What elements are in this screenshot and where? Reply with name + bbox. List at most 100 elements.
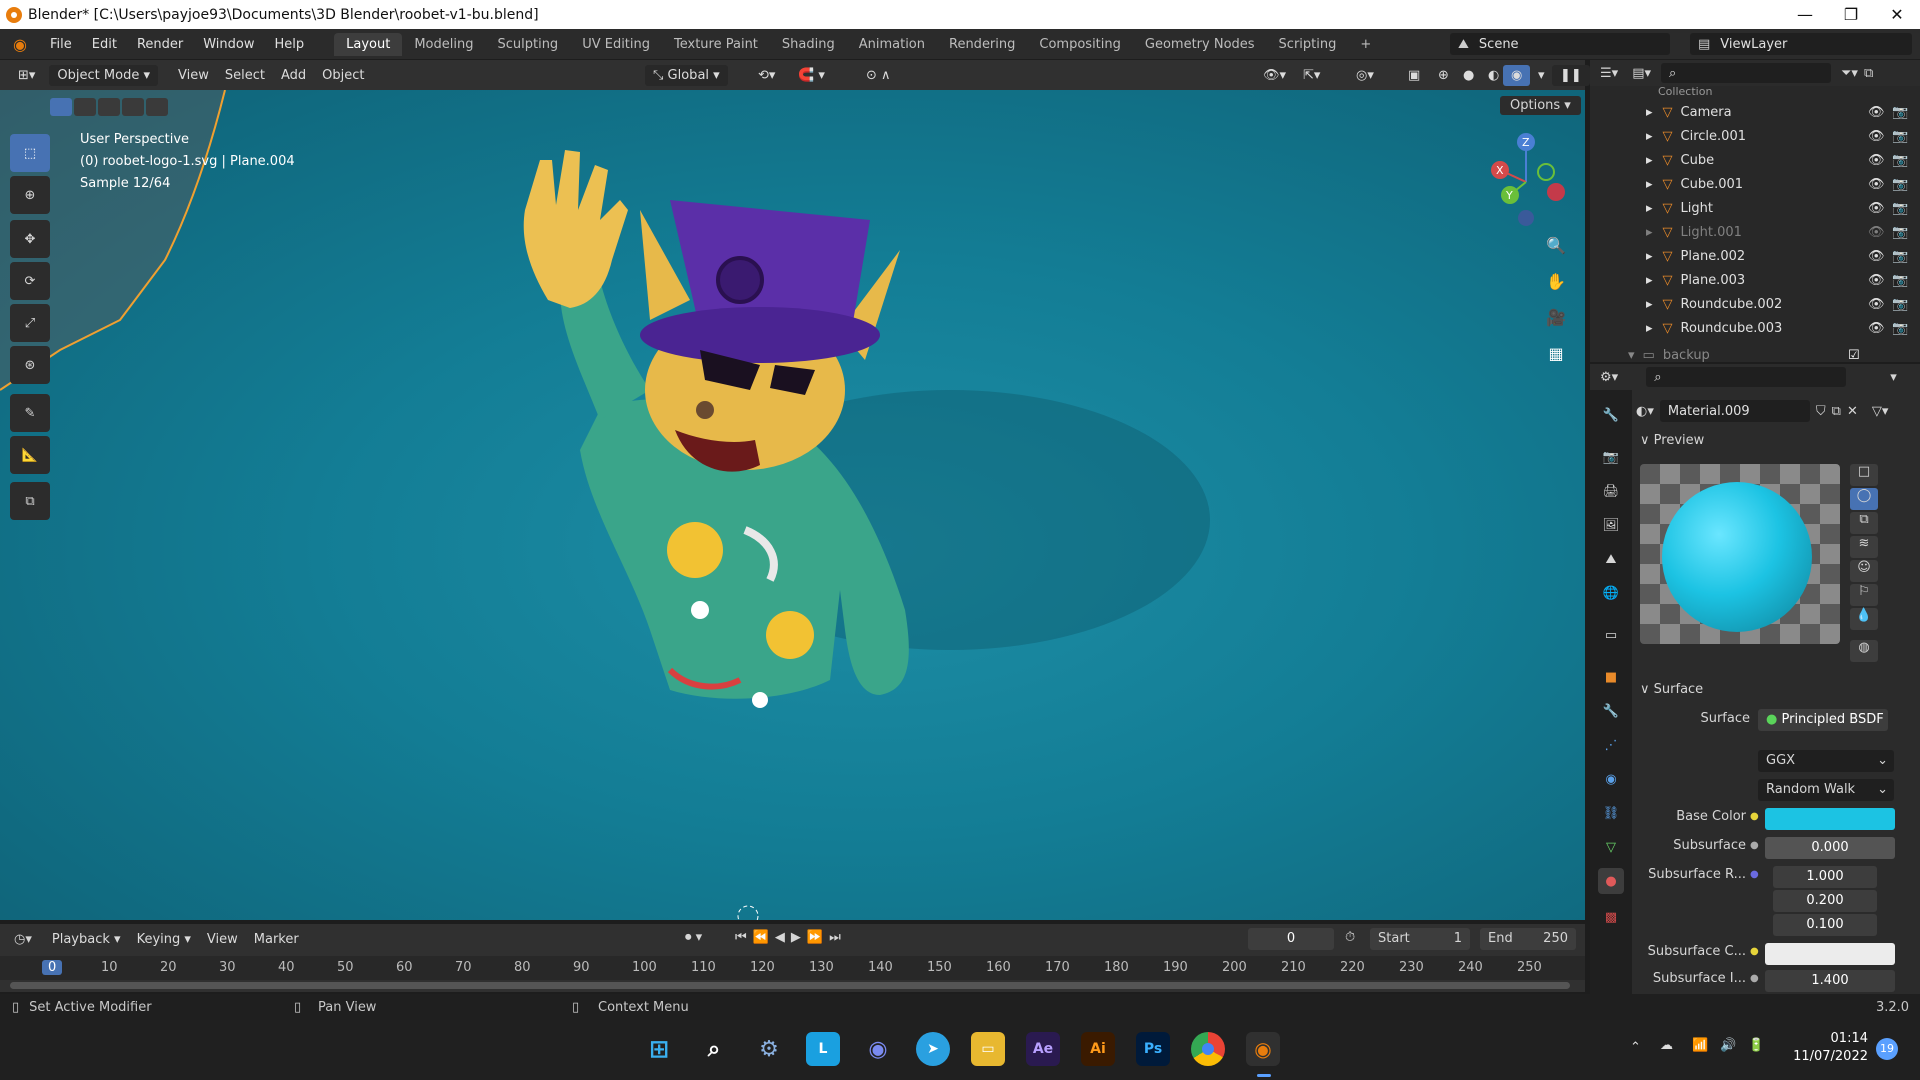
cloud-icon[interactable]: ☁: [1660, 1038, 1673, 1053]
tab-geometry-nodes[interactable]: Geometry Nodes: [1133, 33, 1267, 56]
timeline-editor-icon[interactable]: ◷▾: [14, 932, 32, 947]
outliner-row[interactable]: ▸ ▽ Cube 👁 📷: [1590, 148, 1920, 172]
outliner-collection-header[interactable]: Collection: [1590, 84, 1920, 98]
preview-monkey-icon[interactable]: ☺: [1850, 560, 1878, 582]
discord-icon[interactable]: ◉: [861, 1032, 895, 1066]
pivot-icon[interactable]: ⟲▾: [750, 65, 783, 86]
preview-flat-icon[interactable]: □: [1850, 464, 1878, 486]
constraints-tab-icon[interactable]: ⛓: [1598, 800, 1624, 826]
scale-tool[interactable]: ⤢: [10, 304, 50, 342]
tab-uv-editing[interactable]: UV Editing: [570, 33, 662, 56]
gizmo-icon[interactable]: ⇱▾: [1295, 65, 1328, 86]
expand-arrow-icon[interactable]: ▸: [1646, 321, 1653, 336]
battery-icon[interactable]: 🔋: [1748, 1038, 1764, 1053]
eye-icon[interactable]: 👁: [1868, 249, 1885, 264]
base-color-swatch[interactable]: [1765, 808, 1895, 830]
tray-chevron-icon[interactable]: ⌃: [1630, 1040, 1641, 1055]
expand-arrow-icon[interactable]: ▸: [1646, 249, 1653, 264]
surface-shader-field[interactable]: ● Principled BSDF: [1758, 709, 1888, 731]
camera-view-icon[interactable]: 🎥: [1541, 302, 1571, 332]
socket-dot-icon[interactable]: ●: [1750, 840, 1759, 851]
eye-icon[interactable]: 👁: [1868, 129, 1885, 144]
start-frame-field[interactable]: Start 1: [1370, 928, 1470, 950]
material-browse-icon[interactable]: ◐▾: [1636, 404, 1654, 419]
camera-render-icon[interactable]: 📷: [1892, 177, 1908, 192]
subsurface-radius-y[interactable]: 0.200: [1773, 890, 1877, 912]
eye-icon[interactable]: 👁: [1868, 153, 1885, 168]
grid-view-icon[interactable]: ▦: [1541, 338, 1571, 368]
volume-icon[interactable]: 🔊: [1720, 1038, 1736, 1053]
menu-render[interactable]: Render: [127, 37, 193, 52]
outliner-row[interactable]: ▸ ▽ Roundcube.003 👁 📷: [1590, 316, 1920, 340]
eye-icon[interactable]: 👁: [1868, 201, 1885, 216]
menu-add[interactable]: Add: [273, 65, 314, 86]
blender-taskbar-icon[interactable]: ◉: [1246, 1032, 1280, 1066]
outliner-search[interactable]: ⌕: [1661, 63, 1831, 83]
windows-start-icon[interactable]: ⊞: [642, 1032, 676, 1066]
texture-tab-icon[interactable]: ▩: [1598, 904, 1624, 930]
menu-edit[interactable]: Edit: [82, 37, 127, 52]
subsurface-value[interactable]: 0.000: [1765, 837, 1895, 859]
expand-arrow-icon[interactable]: ▸: [1646, 225, 1653, 240]
add-cube-tool[interactable]: ⧉: [10, 482, 50, 520]
new-collection-icon[interactable]: ⧉: [1864, 66, 1873, 81]
photoshop-icon[interactable]: Ps: [1136, 1032, 1170, 1066]
outliner-editor-icon[interactable]: ☰▾: [1600, 66, 1618, 81]
scene-tab-icon[interactable]: ⛰: [1598, 546, 1624, 572]
editor-type-icon[interactable]: ⊞▾: [10, 65, 43, 86]
socket-dot-icon[interactable]: ●: [1750, 869, 1759, 880]
tab-compositing[interactable]: Compositing: [1027, 33, 1133, 56]
modifier-tab-icon[interactable]: 🔧: [1598, 698, 1624, 724]
menu-file[interactable]: File: [40, 37, 82, 52]
settings-icon[interactable]: ⚙: [752, 1032, 786, 1066]
world-tab-icon[interactable]: 🌐: [1598, 580, 1624, 606]
material-link-icon[interactable]: ▽▾: [1872, 404, 1889, 419]
properties-search[interactable]: ⌕: [1646, 367, 1847, 387]
properties-editor-icon[interactable]: ⚙▾: [1600, 370, 1618, 385]
menu-keying[interactable]: Keying ▾: [129, 929, 199, 950]
app-l-icon[interactable]: L: [806, 1032, 840, 1066]
surface-panel-header[interactable]: ∨ Surface: [1640, 682, 1910, 704]
proportional-edit-icon[interactable]: ⊙ ∧: [858, 65, 899, 86]
file-explorer-icon[interactable]: ▭: [971, 1032, 1005, 1066]
playback-controls[interactable]: ⏮⏪◀▶⏩⏭: [735, 930, 847, 945]
wifi-icon[interactable]: 📶: [1692, 1038, 1708, 1053]
select-new-icon[interactable]: [50, 98, 72, 116]
menu-window[interactable]: Window: [193, 37, 264, 52]
outliner-row[interactable]: ▸ ▽ Plane.003 👁 📷: [1590, 268, 1920, 292]
camera-render-icon[interactable]: 📷: [1892, 225, 1908, 240]
viewlayer-selector[interactable]: ▤ ViewLayer: [1690, 33, 1912, 55]
menu-playback[interactable]: Playback ▾: [44, 929, 129, 950]
tool-tab-icon[interactable]: 🔧: [1598, 402, 1624, 428]
add-workspace-button[interactable]: +: [1348, 33, 1383, 56]
data-tab-icon[interactable]: ▽: [1598, 834, 1624, 860]
preview-cloth-icon[interactable]: ⚐: [1850, 584, 1878, 606]
camera-render-icon[interactable]: 📷: [1892, 321, 1908, 336]
pan-hand-icon[interactable]: ✋: [1541, 266, 1571, 296]
menu-object[interactable]: Object: [314, 65, 372, 86]
camera-render-icon[interactable]: 📷: [1892, 297, 1908, 312]
distribution-dropdown[interactable]: GGX ⌄: [1758, 750, 1894, 772]
visibility-icon[interactable]: 👁▾: [1255, 65, 1294, 86]
annotate-tool[interactable]: ✎: [10, 394, 50, 432]
illustrator-icon[interactable]: Ai: [1081, 1032, 1115, 1066]
rotate-tool[interactable]: ⟳: [10, 262, 50, 300]
subsurface-radius-z[interactable]: 0.100: [1773, 914, 1877, 936]
tab-animation[interactable]: Animation: [847, 33, 937, 56]
socket-dot-icon[interactable]: ●: [1750, 946, 1759, 957]
menu-marker[interactable]: Marker: [246, 929, 307, 950]
subsurface-radius-x[interactable]: 1.000: [1773, 866, 1877, 888]
expand-arrow-icon[interactable]: ▸: [1646, 273, 1653, 288]
select-extend-icon[interactable]: [74, 98, 96, 116]
eye-icon[interactable]: 👁: [1868, 297, 1885, 312]
tab-layout[interactable]: Layout: [334, 32, 403, 56]
rendered-shading-icon[interactable]: ◉: [1503, 64, 1531, 86]
subsurface-color-swatch[interactable]: [1765, 943, 1895, 965]
outliner-row[interactable]: ▸ ▽ Roundcube.002 👁 📷: [1590, 292, 1920, 316]
menu-view[interactable]: View: [170, 65, 217, 86]
eye-icon[interactable]: 👁: [1868, 105, 1885, 120]
shading-options-icon[interactable]: ▾: [1530, 65, 1553, 86]
outliner-row[interactable]: ▸ ▽ Camera 👁 📷: [1590, 100, 1920, 124]
outliner-row[interactable]: ▸ ▽ Circle.001 👁 📷: [1590, 124, 1920, 148]
camera-render-icon[interactable]: 📷: [1892, 129, 1908, 144]
